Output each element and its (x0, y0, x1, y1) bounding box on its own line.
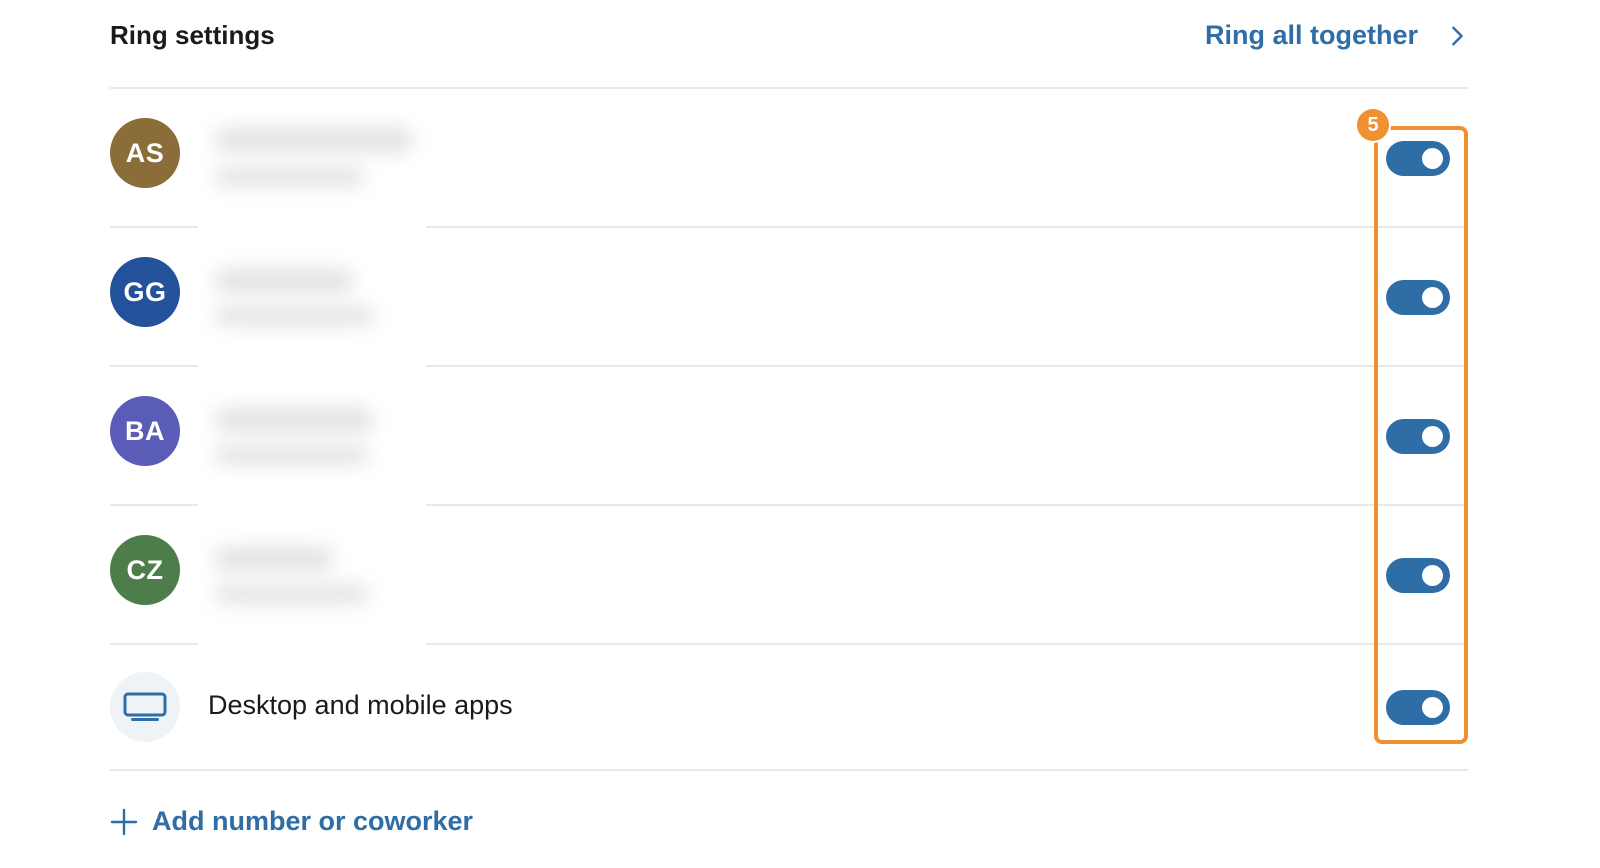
device-label: Desktop and mobile apps (208, 690, 513, 720)
member-row: BA (110, 367, 1468, 506)
avatar: BA (110, 396, 180, 466)
ring-toggle[interactable] (1386, 419, 1450, 454)
device-ring-toggle[interactable] (1386, 690, 1450, 725)
page-title: Ring settings (110, 20, 275, 50)
redacted-member-name (198, 506, 426, 645)
chevron-right-icon (1452, 26, 1463, 45)
add-number-or-coworker-label: Add number or coworker (152, 806, 474, 836)
ring-toggle[interactable] (1386, 280, 1450, 315)
member-row: AS (110, 89, 1468, 228)
avatar: GG (110, 257, 180, 327)
member-row: GG (110, 228, 1468, 367)
avatar: CZ (110, 535, 180, 605)
redacted-member-name (198, 228, 426, 367)
device-icon-circle (110, 672, 180, 742)
redacted-member-name (198, 89, 426, 228)
toggle-knob (1422, 565, 1443, 586)
annotation-badge: 5 (1357, 109, 1389, 141)
monitor-icon (123, 692, 167, 721)
toggle-knob (1422, 148, 1443, 169)
redacted-member-name (198, 367, 426, 506)
ring-toggle[interactable] (1386, 558, 1450, 593)
avatar: AS (110, 118, 180, 188)
toggle-knob (1422, 426, 1443, 447)
add-number-or-coworker-button[interactable]: Add number or coworker (110, 806, 473, 837)
ring-toggle[interactable] (1386, 141, 1450, 176)
toggle-knob (1422, 287, 1443, 308)
toggle-knob (1422, 697, 1443, 718)
plus-icon (110, 808, 138, 835)
ring-settings-header: Ring settings Ring all together (110, 0, 1468, 89)
ring-all-together-label: Ring all together (1204, 20, 1418, 50)
ring-settings-page: Ring settings Ring all together AS GG BA (0, 0, 1600, 868)
ring-all-together-link[interactable]: Ring all together (1205, 20, 1468, 51)
device-row: Desktop and mobile apps (110, 644, 1468, 771)
member-row: CZ (110, 506, 1468, 645)
